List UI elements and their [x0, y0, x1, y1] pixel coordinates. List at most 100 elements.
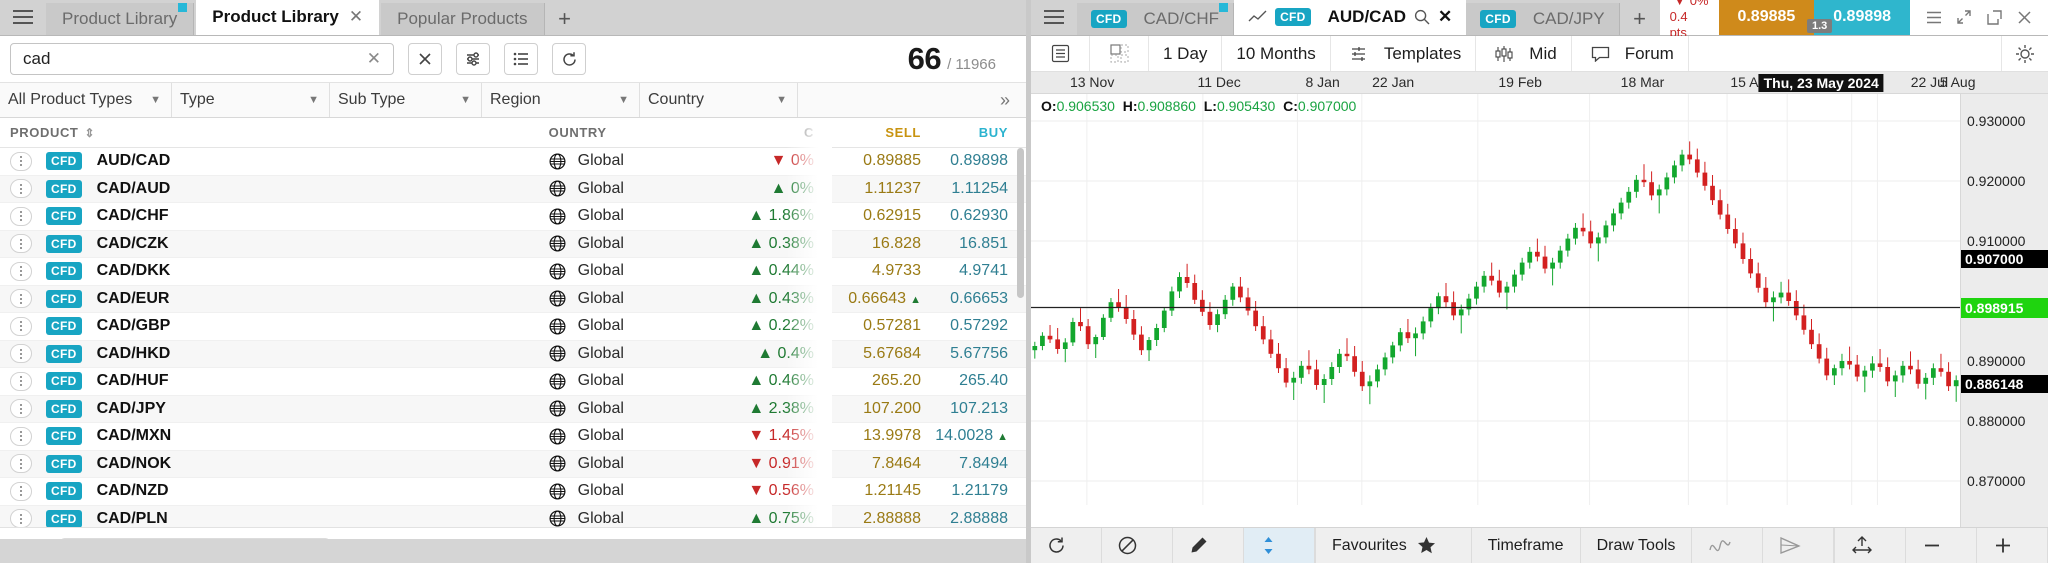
add-chart-tab-button[interactable]: + — [1620, 3, 1660, 35]
cell-buy[interactable]: 7.8494 — [933, 455, 1026, 473]
close-icon[interactable]: ✕ — [1438, 7, 1452, 27]
cell-buy[interactable]: 14.0028 ▲ — [933, 427, 1026, 445]
timeframe-button[interactable]: Timeframe — [1472, 528, 1581, 563]
table-row[interactable]: CFD CAD/NZD Global ▼ 0.56% 1.21145 1.21179 — [0, 478, 1026, 506]
cell-sell[interactable]: 5.67684 — [824, 345, 933, 363]
expand-icon[interactable] — [1950, 2, 1978, 32]
close-icon[interactable] — [2010, 2, 2038, 32]
cell-sell[interactable]: 0.62915 — [824, 207, 933, 225]
cell-buy[interactable]: 16.851 — [933, 235, 1026, 253]
minus-icon[interactable] — [1906, 528, 1978, 563]
row-menu-icon[interactable] — [10, 426, 32, 446]
row-menu-icon[interactable] — [10, 399, 32, 419]
chart-tab-audcad[interactable]: CFD AUD/CAD ✕ — [1234, 0, 1467, 35]
table-row[interactable]: CFD CAD/NOK Global ▼ 0.91% 7.8464 7.8494 — [0, 450, 1026, 478]
scroll-thumb[interactable] — [1017, 148, 1024, 298]
vertical-scrollbar[interactable] — [1017, 148, 1024, 478]
sort-icon[interactable]: ⇕ — [84, 126, 95, 140]
cell-sell[interactable]: 0.89885 — [824, 152, 933, 170]
hamburger-icon[interactable] — [0, 0, 46, 35]
filter-region[interactable]: Region ▼ — [482, 83, 640, 117]
table-row[interactable]: CFD CAD/HUF Global ▲ 0.46% 265.20 265.40 — [0, 368, 1026, 396]
cell-sell[interactable]: 265.20 — [824, 372, 933, 390]
cell-sell[interactable]: 16.828 — [824, 235, 933, 253]
list-view-icon[interactable] — [504, 43, 538, 75]
cell-sell[interactable]: 4.9733 — [824, 262, 933, 280]
column-header-buy[interactable]: BUY — [933, 125, 1026, 140]
forum-button[interactable]: Forum — [1572, 36, 1689, 71]
cell-buy[interactable]: 265.40 — [933, 372, 1026, 390]
column-header-country[interactable]: OUNTRY — [541, 125, 721, 140]
column-header-sell[interactable]: SELL — [824, 125, 933, 140]
cell-sell[interactable]: 107.200 — [824, 400, 933, 418]
cell-buy[interactable]: 1.21179 — [933, 482, 1026, 500]
more-filters-icon[interactable]: » — [984, 83, 1026, 117]
row-menu-icon[interactable] — [10, 509, 32, 529]
table-row[interactable]: CFD CAD/MXN Global ▼ 1.45% 13.9978 14.0028 ▲ — [0, 423, 1026, 451]
row-menu-icon[interactable] — [10, 179, 32, 199]
filter-type[interactable]: Type ▼ — [172, 83, 330, 117]
cell-buy[interactable]: 0.66653 — [933, 290, 1026, 308]
wave-icon[interactable] — [1692, 528, 1764, 563]
cell-sell[interactable]: 0.66643 ▲ — [824, 290, 933, 308]
tab-product-library-2[interactable]: Product Library ✕ — [196, 0, 380, 35]
updown-arrows-icon[interactable] — [1244, 528, 1315, 563]
search-input[interactable] — [23, 49, 363, 69]
pencil-icon[interactable] — [1173, 528, 1244, 563]
chart-y-axis[interactable]: 0.930000 0.920000 0.910000 0.890000 0.880000… — [1960, 94, 2048, 527]
chart-tab-cadjpy[interactable]: CFD CAD/JPY — [1466, 3, 1620, 35]
filter-sub-type[interactable]: Sub Type ▼ — [330, 83, 482, 117]
row-menu-icon[interactable] — [10, 454, 32, 474]
row-menu-icon[interactable] — [10, 344, 32, 364]
cell-sell[interactable]: 7.8464 — [824, 455, 933, 473]
filter-country[interactable]: Country ▼ — [640, 83, 798, 117]
add-tab-button[interactable]: + — [545, 3, 585, 35]
table-row[interactable]: CFD CAD/EUR Global ▲ 0.43% 0.66643 ▲ 0.66653 — [0, 285, 1026, 313]
fit-width-icon[interactable] — [1835, 528, 1907, 563]
cell-sell[interactable]: 13.9978 — [824, 427, 933, 445]
table-row[interactable]: CFD CAD/CZK Global ▲ 0.38% 16.828 16.851 — [0, 230, 1026, 258]
filter-all-product-types[interactable]: All Product Types ▼ — [0, 83, 172, 117]
candlestick-plot[interactable] — [1031, 94, 1960, 527]
chart-tab-cadchf[interactable]: CFD CAD/CHF — [1076, 3, 1235, 35]
row-menu-icon[interactable] — [10, 289, 32, 309]
table-row[interactable]: CFD AUD/CAD Global ▼ 0% 0.89885 0.89898 — [0, 148, 1026, 176]
favourites-button[interactable]: Favourites — [1316, 528, 1472, 563]
table-row[interactable]: CFD CAD/HKD Global ▲ 0.4% 5.67684 5.67756 — [0, 340, 1026, 368]
table-row[interactable]: CFD CAD/JPY Global ▲ 2.38% 107.200 107.213 — [0, 395, 1026, 423]
cell-sell[interactable]: 2.88888 — [824, 510, 933, 528]
column-header-product[interactable]: PRODUCT ⇕ — [0, 125, 541, 140]
filter-sliders-icon[interactable] — [456, 43, 490, 75]
timeframe-button[interactable]: 1 Day — [1149, 36, 1223, 71]
hamburger-icon[interactable] — [1031, 0, 1077, 35]
layout-grid-button[interactable] — [1090, 36, 1149, 71]
cell-sell[interactable]: 1.11237 — [824, 180, 933, 198]
refresh-icon[interactable] — [1031, 528, 1102, 563]
cell-buy[interactable]: 0.89898 — [933, 152, 1026, 170]
cell-buy[interactable]: 0.62930 — [933, 207, 1026, 225]
cell-buy[interactable]: 4.9741 — [933, 262, 1026, 280]
row-menu-icon[interactable] — [10, 206, 32, 226]
cell-sell[interactable]: 1.21145 — [824, 482, 933, 500]
popout-icon[interactable] — [1980, 2, 2008, 32]
row-menu-icon[interactable] — [10, 234, 32, 254]
no-entry-icon[interactable] — [1102, 528, 1173, 563]
column-header-change[interactable]: C — [721, 125, 824, 140]
cell-buy[interactable]: 5.67756 — [933, 345, 1026, 363]
draw-tools-button[interactable]: Draw Tools — [1581, 528, 1693, 563]
refresh-icon[interactable] — [552, 43, 586, 75]
panel-list-button[interactable] — [1031, 36, 1090, 71]
row-menu-icon[interactable] — [10, 316, 32, 336]
tab-product-library-1[interactable]: Product Library — [46, 3, 195, 35]
cell-buy[interactable]: 2.88888 — [933, 510, 1026, 528]
cell-buy[interactable]: 107.213 — [933, 400, 1026, 418]
table-row[interactable]: CFD CAD/CHF Global ▲ 1.86% 0.62915 0.62930 — [0, 203, 1026, 231]
plus-icon[interactable] — [1977, 528, 2048, 563]
table-row[interactable]: CFD CAD/AUD Global ▲ 0% 1.11237 1.11254 — [0, 175, 1026, 203]
search-icon[interactable] — [1414, 9, 1430, 25]
row-menu-icon[interactable] — [10, 481, 32, 501]
fan-icon[interactable] — [1763, 528, 1835, 563]
row-menu-icon[interactable] — [10, 151, 32, 171]
clear-search-icon[interactable]: ✕ — [363, 49, 385, 69]
table-row[interactable]: CFD CAD/GBP Global ▲ 0.22% 0.57281 0.57292 — [0, 313, 1026, 341]
